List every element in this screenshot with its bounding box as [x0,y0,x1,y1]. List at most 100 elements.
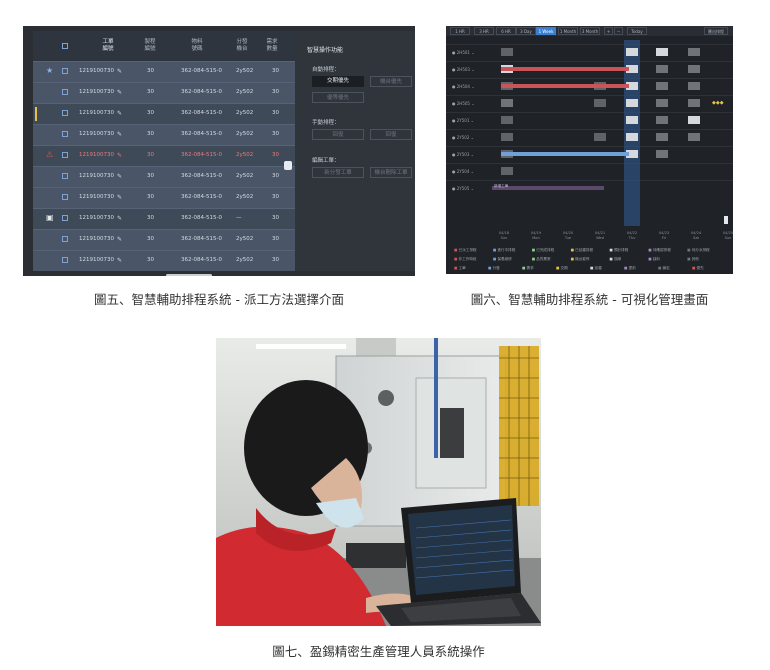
legend-item[interactable]: ■ 交期 [556,266,568,271]
manual-undo-button[interactable]: 回復 [312,129,364,140]
edit-icon[interactable]: ✎ [117,131,122,138]
schedule-block[interactable] [688,48,700,56]
edit-icon[interactable]: ✎ [117,152,122,159]
timescale-tab[interactable]: 1 Week [536,27,556,35]
row-checkbox[interactable] [62,131,68,137]
schedule-bar[interactable] [501,67,629,71]
legend-item[interactable]: ■ 缺料 [648,257,660,262]
grade-priority-button[interactable]: 優等優先 [312,92,364,103]
edit-icon[interactable]: ✎ [117,194,122,201]
table-row[interactable]: ⚠ 1219100730 30 362-084-515-0 2y502 30 ✎ [33,145,308,166]
table-row[interactable]: 1219100730 30 362-084-515-0 2y502 30 ✎ [33,229,308,250]
schedule-block[interactable] [501,133,513,141]
legend-item[interactable]: ■ 非工作時段 [454,257,477,262]
schedule-block[interactable] [688,116,700,124]
schedule-block[interactable] [626,133,638,141]
schedule-block[interactable] [626,116,638,124]
schedule-block[interactable] [594,133,606,141]
legend-item[interactable]: ■ 提前 [624,266,636,271]
machine-row[interactable]: ● 2Y504 ⌄ [446,163,733,180]
legend-item[interactable]: ■ 分發 [488,266,500,271]
legend-item[interactable]: ■ 換線 [609,257,621,262]
schedule-block[interactable] [626,48,638,56]
scroll-bottom-icon[interactable] [724,216,728,224]
row-checkbox[interactable] [62,236,68,242]
table-row[interactable]: 1219100730 30 362-084-515-0 2y502 30 ✎ [33,187,308,208]
legend-item[interactable]: ■ 延遲 [590,266,602,271]
legend-item[interactable]: ■ 進行中排程 [493,248,516,253]
schedule-block[interactable] [656,99,668,107]
expand-arrows-icon[interactable]: ◆◆◆ [712,100,724,106]
row-checkbox[interactable] [62,215,68,221]
timescale-tab[interactable]: 3 HR [474,27,494,35]
schedule-block[interactable] [688,133,700,141]
legend-item[interactable]: ■ 其他 [687,257,699,262]
timescale-tab[interactable]: 1 HR [450,27,470,35]
timescale-tab[interactable]: 1 Month [558,27,578,35]
legend-item[interactable]: ■ 已派工排程 [454,248,477,253]
schedule-block[interactable] [656,48,668,56]
legend-item[interactable]: ■ 待確認排程 [648,248,671,253]
row-checkbox[interactable] [62,110,68,116]
horizontal-scrollbar[interactable] [166,274,212,276]
schedule-block[interactable] [594,99,606,107]
table-row[interactable]: ★ 1219100730 30 362-084-515-0 2y502 30 ✎ [33,61,308,82]
manual-redo-button[interactable]: 回復 [370,129,412,140]
schedule-block[interactable] [656,133,668,141]
machine-priority-button[interactable]: 機台優先 [370,76,412,87]
row-checkbox[interactable] [62,194,68,200]
legend-item[interactable]: ■ 品質異常 [532,257,551,262]
new-dispatch-button[interactable]: 新分發工單 [312,167,364,178]
export-schedule-button[interactable]: 匯出排程 [704,27,728,35]
edit-icon[interactable]: ✎ [117,236,122,243]
remove-work-order-button[interactable]: 機台刪除工單 [370,167,412,178]
edit-icon[interactable]: ✎ [117,215,122,222]
legend-item[interactable]: ■ 已完成排程 [532,248,555,253]
today-button[interactable]: Today [627,27,647,35]
panel-toggle-handle[interactable] [284,161,292,170]
schedule-block[interactable] [656,116,668,124]
due-date-priority-button[interactable]: 交期優先 [312,76,364,87]
row-checkbox[interactable] [62,152,68,158]
select-all-checkbox[interactable] [62,43,68,49]
schedule-block[interactable] [656,65,668,73]
edit-icon[interactable]: ✎ [117,68,122,75]
zoom-in-icon[interactable]: + [604,27,613,35]
header-work-order[interactable]: 工單 編號 [93,39,123,53]
legend-item[interactable]: ■ 優先 [692,266,704,271]
timescale-tab[interactable]: 6 HR [496,27,516,35]
row-checkbox[interactable] [62,68,68,74]
schedule-block[interactable] [626,99,638,107]
schedule-block[interactable] [501,167,513,175]
table-row[interactable]: ▣ 1219100730 30 362-084-515-0 — 30 ✎ [33,208,308,229]
table-row[interactable]: 1219100730 30 362-084-515-0 2y502 30 ✎ [33,103,308,124]
header-material[interactable]: 物料 號碼 [186,39,208,53]
legend-item[interactable]: ■ 已延遲排程 [571,248,594,253]
schedule-block[interactable] [501,99,513,107]
timescale-tab[interactable]: 3 Day [516,27,536,35]
header-op-no[interactable]: 製程 編號 [139,39,161,53]
zoom-out-icon[interactable]: − [614,27,623,35]
schedule-block[interactable] [501,116,513,124]
edit-icon[interactable]: ✎ [117,110,122,117]
legend-item[interactable]: ■ 保養維修 [493,257,512,262]
legend-item[interactable]: ■ 待分派排程 [687,248,710,253]
legend-item[interactable]: ■ 預計排程 [609,248,628,253]
schedule-block[interactable] [688,65,700,73]
table-row[interactable]: 1219100730 30 362-084-515-0 2y502 30 ✎ [33,166,308,187]
schedule-bar[interactable] [501,84,629,88]
row-checkbox[interactable] [62,173,68,179]
schedule-block[interactable] [656,82,668,90]
legend-item[interactable]: ■ 需求 [522,266,534,271]
legend-item[interactable]: ■ 機台暫停 [571,257,590,262]
table-row[interactable]: 1219100730 30 362-084-515-0 2y502 30 ✎ [33,250,308,271]
table-row[interactable]: 1219100730 30 362-084-515-0 2y502 30 ✎ [33,82,308,103]
schedule-block[interactable] [688,99,700,107]
schedule-block[interactable] [688,82,700,90]
row-checkbox[interactable] [62,89,68,95]
schedule-bar[interactable] [492,186,604,190]
schedule-bar[interactable] [501,152,629,156]
header-machine[interactable]: 分發 機台 [231,39,253,53]
edit-icon[interactable]: ✎ [117,173,122,180]
schedule-block[interactable] [501,48,513,56]
